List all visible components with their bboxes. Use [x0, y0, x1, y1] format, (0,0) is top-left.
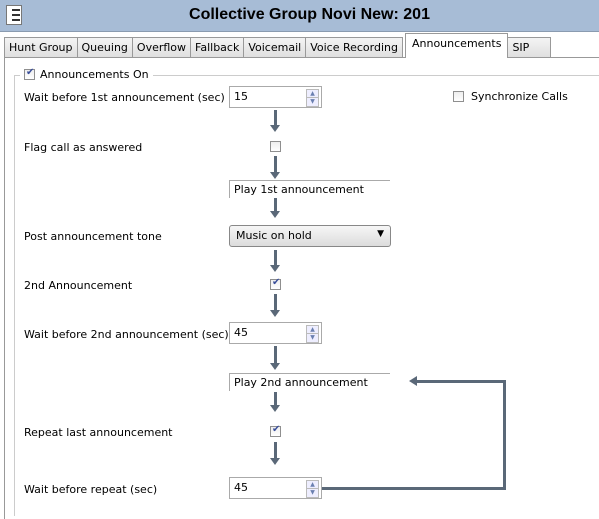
title-bar: Collective Group Novi New: 201	[0, 0, 599, 32]
loop-arrow-icon	[409, 376, 417, 386]
wait2-value: 45	[234, 326, 248, 339]
play1-box: Play 1st announcement	[229, 180, 390, 198]
announcements-on-label: Announcements On	[40, 68, 149, 81]
play2-box: Play 2nd announcement	[229, 373, 390, 391]
wait-repeat-label: Wait before repeat (sec)	[24, 483, 158, 496]
wait2-spinner[interactable]: 45 ▲ ▼	[229, 322, 322, 344]
tab-bar: Hunt Group Queuing Overflow Fallback Voi…	[4, 33, 552, 58]
post-tone-value: Music on hold	[236, 229, 312, 242]
announcements-on[interactable]: Announcements On	[20, 67, 153, 81]
tab-sip[interactable]: SIP	[507, 37, 552, 58]
wait1-value: 15	[234, 90, 248, 103]
post-tone-label: Post announcement tone	[24, 230, 162, 243]
repeat-last-label: Repeat last announcement	[24, 426, 173, 439]
second-announcement-checkbox[interactable]	[270, 277, 281, 290]
wait1-label: Wait before 1st announcement (sec)	[24, 91, 225, 104]
tab-overflow[interactable]: Overflow	[131, 37, 192, 58]
repeat-loop-line	[503, 380, 506, 490]
spin-down-icon[interactable]: ▼	[306, 333, 319, 343]
tab-fallback[interactable]: Fallback	[190, 37, 245, 58]
flow-arrow-icon	[270, 110, 280, 132]
flow-arrow-icon	[270, 294, 280, 317]
second-announcement-label: 2nd Announcement	[24, 279, 133, 292]
synchronize-calls-label: Synchronize Calls	[471, 90, 568, 103]
spin-down-icon[interactable]: ▼	[306, 97, 319, 107]
wait2-label: Wait before 2nd announcement (sec)	[24, 328, 229, 341]
post-tone-select[interactable]: Music on hold ▼	[229, 225, 391, 247]
tab-voice-recording[interactable]: Voice Recording	[305, 37, 403, 58]
window-title: Collective Group Novi New: 201	[189, 6, 430, 23]
flag-answered-label: Flag call as answered	[24, 141, 143, 154]
tab-announcements[interactable]: Announcements	[404, 33, 509, 58]
flow-arrow-icon	[270, 346, 280, 370]
flow-arrow-icon	[270, 250, 280, 272]
repeat-last-checkbox[interactable]	[270, 424, 281, 437]
flow-arrow-icon	[270, 392, 280, 412]
wait1-spinner[interactable]: 15 ▲ ▼	[229, 86, 322, 108]
repeat-loop-line	[322, 487, 506, 490]
flow-arrow-icon	[270, 442, 280, 465]
flow-arrow-icon	[270, 156, 280, 179]
wait-repeat-value: 45	[234, 481, 248, 494]
flag-answered-checkbox[interactable]	[270, 141, 281, 152]
chevron-down-icon: ▼	[377, 229, 384, 239]
tab-voicemail[interactable]: Voicemail	[243, 37, 307, 58]
tab-queuing[interactable]: Queuing	[76, 37, 133, 58]
spin-down-icon[interactable]: ▼	[306, 488, 319, 498]
flow-arrow-icon	[270, 198, 280, 218]
announcements-on-checkbox[interactable]	[24, 67, 35, 80]
tab-hunt-group[interactable]: Hunt Group	[4, 37, 78, 58]
repeat-loop-line	[416, 380, 506, 383]
synchronize-calls-checkbox[interactable]	[453, 91, 464, 102]
wait-repeat-spinner[interactable]: 45 ▲ ▼	[229, 477, 322, 499]
